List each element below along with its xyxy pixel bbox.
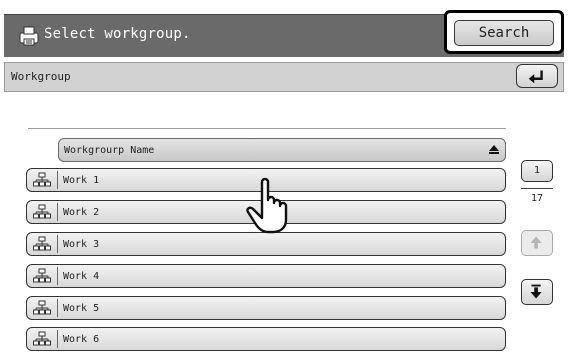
- workgroup-label: Workgroup: [11, 70, 71, 83]
- current-page-button[interactable]: 1: [521, 160, 553, 182]
- total-pages: 17: [530, 193, 544, 204]
- row-separator: [57, 330, 58, 348]
- row-label: Work 4: [63, 271, 100, 282]
- network-group-icon: [33, 268, 51, 283]
- back-button[interactable]: [516, 64, 558, 88]
- scroll-up-button[interactable]: [521, 230, 553, 256]
- row-label: Work 1: [63, 175, 100, 186]
- arrow-up-icon: [530, 236, 542, 249]
- printer-icon: [19, 26, 39, 46]
- scroll-down-button[interactable]: [521, 279, 553, 305]
- page-title: Select workgroup.: [44, 26, 191, 42]
- column-header-label: Workgrourp Name: [64, 145, 155, 156]
- row-separator: [57, 299, 58, 317]
- row-separator: [57, 235, 58, 253]
- row-label: Work 2: [63, 207, 100, 218]
- row-separator: [57, 267, 58, 285]
- column-header-name[interactable]: Workgrourp Name: [58, 138, 506, 162]
- arrow-down-icon: [530, 284, 542, 299]
- row-label: Work 3: [63, 239, 100, 250]
- row-label: Work 5: [63, 303, 100, 314]
- list-item[interactable]: Work 6: [26, 327, 506, 351]
- list-item[interactable]: Work 4: [26, 264, 506, 288]
- network-group-icon: [33, 172, 51, 187]
- network-group-icon: [33, 331, 51, 346]
- network-group-icon: [33, 204, 51, 219]
- network-group-icon: [33, 300, 51, 315]
- return-arrow-icon: [528, 70, 543, 84]
- row-label: Work 6: [63, 334, 100, 345]
- hand-pointer-icon: [246, 177, 288, 234]
- row-separator: [57, 171, 58, 189]
- search-button[interactable]: Search: [454, 20, 554, 46]
- page-divider: [521, 188, 553, 189]
- row-separator: [57, 203, 58, 221]
- sort-ascending-icon: [489, 145, 499, 154]
- network-group-icon: [33, 236, 51, 251]
- screen: Select workgroup. Search Workgroup Workg…: [0, 0, 570, 356]
- workgroup-bar: Workgroup: [4, 62, 564, 92]
- list-divider: [28, 128, 506, 129]
- list-item[interactable]: Work 5: [26, 296, 506, 320]
